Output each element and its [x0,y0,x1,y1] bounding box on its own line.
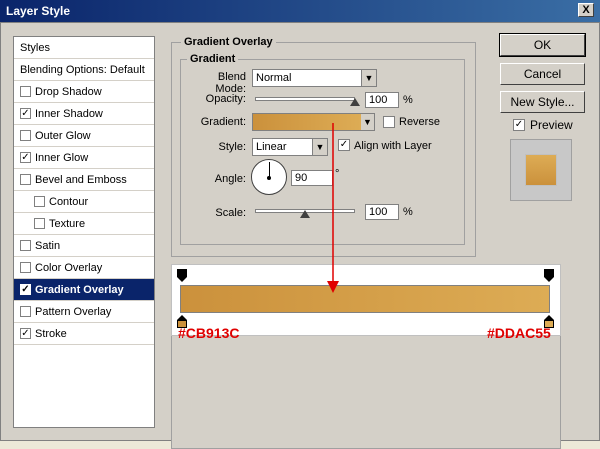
style-item-label: Satin [35,240,61,252]
end-color-annotation: #DDAC55 [487,325,551,341]
close-icon: X [582,4,590,16]
opacity-label: Opacity: [205,93,246,105]
gradient-bar [180,285,550,313]
chevron-down-icon: ▼ [361,114,374,130]
gradient-swatch[interactable] [252,113,362,131]
preview-thumbnail [510,139,572,201]
blend-mode-label: Blend Mode: [215,71,246,95]
style-item-label: Texture [49,218,86,230]
annotation-arrow [327,123,339,293]
angle-value: 90 [295,172,308,184]
style-item-checkbox[interactable]: ✓ [20,284,31,295]
title-bar: Layer Style X [0,0,600,22]
reverse-label: Reverse [399,116,440,128]
opacity-stop-left[interactable] [177,269,187,283]
scale-value: 100 [369,206,388,218]
scale-label: Scale: [215,207,246,219]
gradient-overlay-title: Gradient Overlay [181,36,276,48]
angle-label: Angle: [214,173,246,185]
style-item-checkbox[interactable]: ✓ [20,328,31,339]
style-item-checkbox[interactable]: ✓ [20,108,31,119]
style-item-label: Color Overlay [35,262,103,274]
scale-input[interactable]: 100 [365,204,399,220]
style-item-label: Drop Shadow [35,86,102,98]
style-item-stroke[interactable]: ✓ Stroke [14,323,154,345]
style-item-satin[interactable]: Satin [14,235,154,257]
style-item-pattern-overlay[interactable]: Pattern Overlay [14,301,154,323]
style-item-inner-glow[interactable]: ✓ Inner Glow [14,147,154,169]
scale-slider-thumb[interactable] [300,210,310,218]
style-value: Linear [256,141,287,153]
cancel-button[interactable]: Cancel [500,63,585,85]
style-item-inner-shadow[interactable]: ✓ Inner Shadow [14,103,154,125]
angle-dial-center [267,176,271,180]
style-select[interactable]: Linear ▼ [252,138,328,156]
blend-mode-select[interactable]: Normal ▼ [252,69,377,87]
preview-check-mark: ✓ [514,119,524,130]
preview-label: Preview [530,118,573,132]
style-item-color-overlay[interactable]: Color Overlay [14,257,154,279]
style-item-contour[interactable]: Contour [14,191,154,213]
style-item-styles[interactable]: Styles [14,37,154,59]
style-item-checkbox[interactable] [34,196,45,207]
chevron-down-icon: ▼ [361,70,376,86]
scale-unit: % [403,206,413,218]
style-item-texture[interactable]: Texture [14,213,154,235]
style-item-label: Inner Shadow [35,108,103,120]
ok-button[interactable]: OK [499,33,586,57]
close-button[interactable]: X [578,3,594,17]
style-item-label: Inner Glow [35,152,89,164]
opacity-value: 100 [369,94,388,106]
new-style-button[interactable]: New Style... [500,91,585,113]
style-item-checkbox[interactable] [34,218,45,229]
start-color-annotation: #CB913C [178,325,240,341]
preview-checkbox[interactable]: ✓ [513,119,525,131]
style-item-drop-shadow[interactable]: Drop Shadow [14,81,154,103]
gradient-subtitle: Gradient [187,53,239,65]
style-item-outer-glow[interactable]: Outer Glow [14,125,154,147]
style-item-label: Gradient Overlay [35,284,124,296]
style-label: Style: [218,141,246,153]
style-item-checkbox[interactable] [20,240,31,251]
style-item-blending-options-default[interactable]: Blending Options: Default [14,59,154,81]
opacity-slider[interactable] [255,97,355,101]
blend-mode-value: Normal [256,72,292,84]
style-item-checkbox[interactable]: ✓ [20,152,31,163]
opacity-input[interactable]: 100 [365,92,399,108]
style-item-checkbox[interactable] [20,174,31,185]
angle-dial[interactable] [251,159,287,195]
lower-panel [171,336,561,449]
style-item-label: Stroke [35,328,67,340]
align-with-layer-label: Align with Layer [354,140,432,152]
opacity-unit: % [403,94,413,106]
style-item-label: Blending Options: Default [20,64,145,76]
gradient-label: Gradient: [200,116,246,128]
opacity-stop-right[interactable] [544,269,554,283]
preview-swatch [525,154,557,186]
gradient-dropdown[interactable]: ▼ [361,113,375,131]
style-item-label: Styles [20,42,50,54]
style-item-label: Outer Glow [35,130,91,142]
opacity-slider-thumb[interactable] [350,98,360,106]
style-item-gradient-overlay[interactable]: ✓ Gradient Overlay [14,279,154,301]
style-item-label: Bevel and Emboss [35,174,127,186]
reverse-checkbox[interactable] [383,116,395,128]
style-item-checkbox[interactable] [20,262,31,273]
style-item-checkbox[interactable] [20,130,31,141]
style-item-checkbox[interactable] [20,86,31,97]
window-title: Layer Style [6,4,71,18]
dialog-body: Styles Blending Options: Default Drop Shad… [0,22,600,449]
styles-list: Styles Blending Options: Default Drop Shad… [13,36,155,428]
style-item-label: Pattern Overlay [35,306,112,318]
style-item-checkbox[interactable] [20,306,31,317]
style-item-bevel-and-emboss[interactable]: Bevel and Emboss [14,169,154,191]
style-item-label: Contour [49,196,89,208]
